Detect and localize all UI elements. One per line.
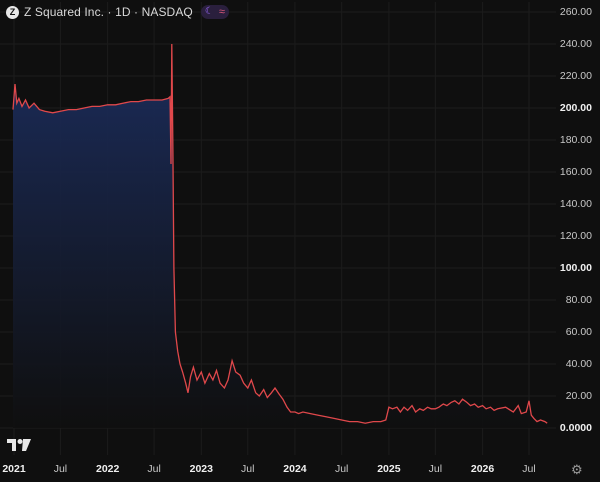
y-tick-label: 120.00	[559, 230, 592, 242]
x-tick-label: 2025	[377, 463, 401, 475]
price-chart[interactable]	[0, 0, 600, 482]
y-tick-label: 100.00	[559, 262, 592, 274]
x-tick-label: 2026	[470, 463, 495, 475]
y-tick-label: 220.00	[559, 70, 592, 82]
y-tick-label: 180.00	[559, 134, 592, 146]
y-tick-label: 140.00	[559, 198, 592, 210]
status-badges[interactable]: ☾ ≈	[200, 5, 229, 19]
symbol-title: Z Squared Inc. · 1D · NASDAQ	[24, 5, 193, 19]
gear-icon[interactable]: ⚙	[571, 462, 583, 478]
moon-icon: ☾	[204, 6, 214, 17]
y-tick-label: 240.00	[559, 38, 592, 50]
y-tick-label: 80.00	[565, 294, 592, 306]
y-tick-label: 0.0000	[559, 422, 592, 434]
x-tick-label: Jul	[428, 463, 443, 475]
company-logo-icon: Z	[6, 5, 19, 19]
y-tick-label: 260.00	[559, 6, 592, 18]
y-tick-label: 160.00	[559, 166, 592, 178]
chart-header: Z Z Squared Inc. · 1D · NASDAQ ☾ ≈	[6, 4, 229, 20]
x-tick-label: Jul	[53, 463, 68, 475]
y-tick-label: 20.00	[565, 390, 592, 402]
x-tick-label: 2021	[2, 463, 26, 475]
x-tick-label: Jul	[522, 463, 536, 475]
y-tick-label: 200.00	[559, 102, 592, 114]
tradingview-logo-icon[interactable]	[7, 437, 31, 455]
wave-icon: ≈	[218, 6, 225, 18]
x-tick-label: 2023	[189, 463, 213, 475]
x-tick-label: Jul	[334, 463, 349, 475]
x-tick-label: 2022	[95, 463, 120, 475]
y-tick-label: 60.00	[565, 326, 592, 338]
x-tick-label: Jul	[241, 463, 255, 475]
x-tick-label: Jul	[147, 463, 161, 475]
x-tick-label: 2024	[283, 463, 307, 475]
y-tick-label: 40.00	[565, 358, 592, 370]
